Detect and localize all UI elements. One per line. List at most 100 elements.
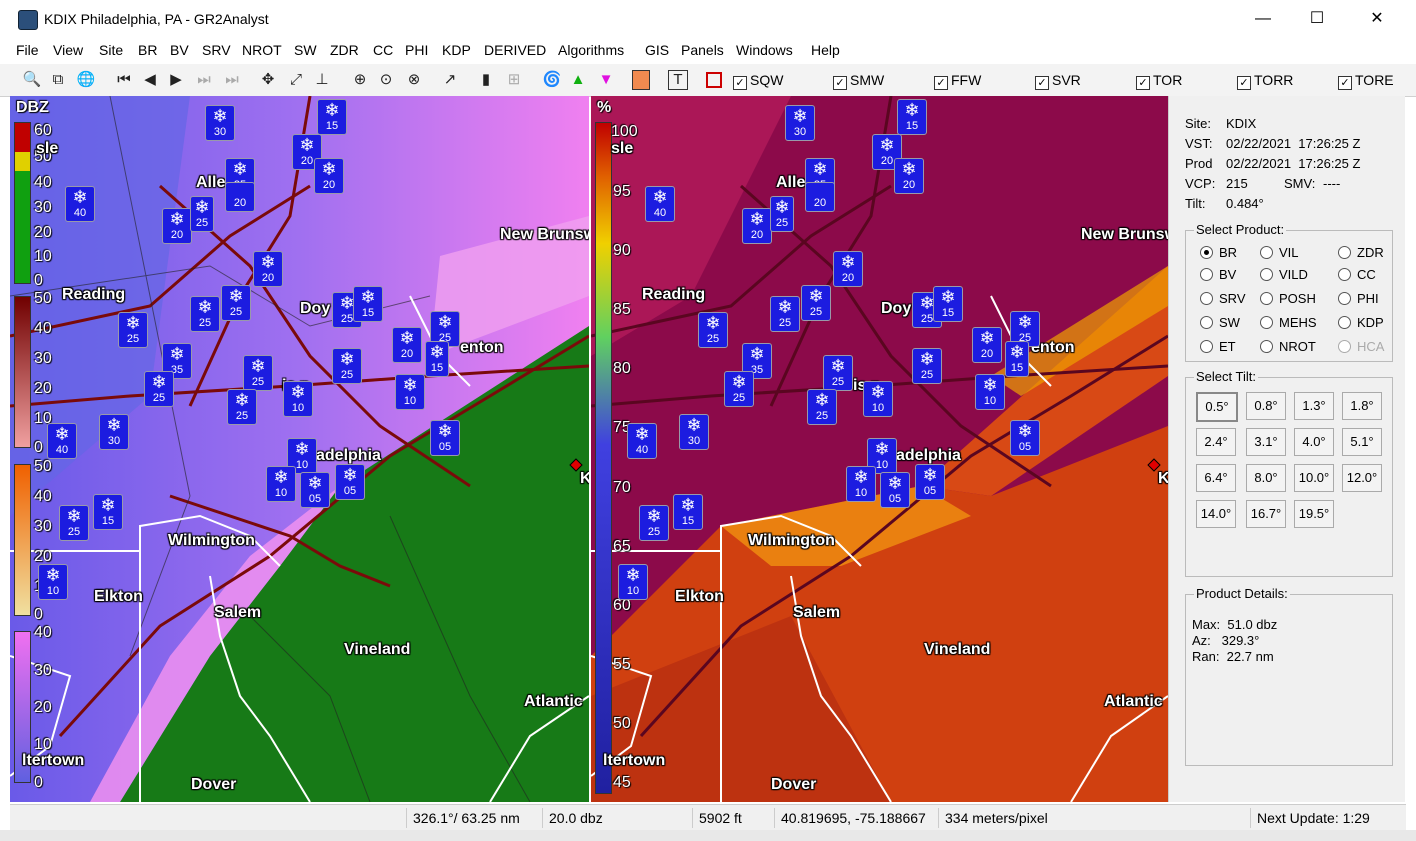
snow-report-icon[interactable]: ❄ 15: [353, 286, 383, 322]
snow-report-icon[interactable]: ❄ 15: [93, 494, 123, 530]
product-radio-kdp[interactable]: KDP: [1338, 315, 1384, 331]
copy-icon[interactable]: ⧉: [48, 70, 68, 90]
snow-report-icon[interactable]: ❄ 10: [846, 466, 876, 502]
tore-toggle[interactable]: ✓ TORE: [1338, 71, 1394, 90]
snow-report-icon[interactable]: ❄ 40: [627, 423, 657, 459]
play-icon[interactable]: ▶: [166, 70, 186, 90]
globe-icon[interactable]: 🌐: [76, 70, 96, 90]
menu-help[interactable]: Help: [811, 42, 840, 58]
cross-section-icon[interactable]: ⊥: [312, 70, 332, 90]
tilt-button[interactable]: 2.4°: [1196, 428, 1236, 456]
smw-toggle[interactable]: ✓ SMW: [833, 71, 884, 90]
snow-report-icon[interactable]: ❄ 25: [801, 285, 831, 321]
product-radio-vil[interactable]: VIL: [1260, 245, 1299, 261]
snow-report-icon[interactable]: ❄ 05: [880, 472, 910, 508]
snow-report-icon[interactable]: ❄ 20: [253, 251, 283, 287]
pan-icon[interactable]: ✥: [258, 70, 278, 90]
down-triangle-icon[interactable]: ▼: [596, 70, 616, 90]
sqw-toggle[interactable]: ✓ SQW: [733, 71, 783, 90]
snow-report-icon[interactable]: ❄ 25: [190, 196, 214, 232]
product-radio-posh[interactable]: POSH: [1260, 291, 1316, 307]
snow-report-icon[interactable]: ❄ 25: [724, 371, 754, 407]
snow-report-icon[interactable]: ❄ 30: [679, 414, 709, 450]
product-radio-sw[interactable]: SW: [1200, 315, 1240, 331]
snow-report-icon[interactable]: ❄ 25: [770, 296, 800, 332]
menu-nrot[interactable]: NROT: [242, 42, 282, 58]
menu-view[interactable]: View: [53, 42, 83, 58]
tilt-button[interactable]: 4.0°: [1294, 428, 1334, 456]
menu-panels[interactable]: Panels: [681, 42, 724, 58]
menu-windows[interactable]: Windows: [736, 42, 793, 58]
snow-report-icon[interactable]: ❄ 05: [335, 464, 365, 500]
snow-report-icon[interactable]: ❄ 40: [645, 186, 675, 222]
menu-phi[interactable]: PHI: [405, 42, 428, 58]
tilt-button[interactable]: 6.4°: [1196, 464, 1236, 492]
ffw-toggle[interactable]: ✓ FFW: [934, 71, 981, 90]
snow-report-icon[interactable]: ❄ 05: [430, 420, 460, 456]
torr-toggle[interactable]: ✓ TORR: [1237, 71, 1293, 90]
tilt-button[interactable]: 5.1°: [1342, 428, 1382, 456]
menu-br[interactable]: BR: [138, 42, 157, 58]
tilt-button[interactable]: 10.0°: [1294, 464, 1334, 492]
product-radio-br[interactable]: BR: [1200, 245, 1237, 261]
snow-report-icon[interactable]: ❄ 20: [162, 208, 192, 244]
snow-report-icon[interactable]: ❄ 15: [673, 494, 703, 530]
snow-report-icon[interactable]: 20: [805, 182, 835, 212]
tilt-button[interactable]: 1.3°: [1294, 392, 1334, 420]
snow-report-icon[interactable]: ❄ 25: [807, 389, 837, 425]
snow-report-icon[interactable]: ❄ 10: [38, 564, 68, 600]
product-radio-bv[interactable]: BV: [1200, 267, 1236, 283]
snow-report-icon[interactable]: ❄ 25: [243, 355, 273, 391]
snow-report-icon[interactable]: ❄ 20: [742, 208, 772, 244]
snow-report-icon[interactable]: ❄ 25: [59, 505, 89, 541]
snow-report-icon[interactable]: ❄ 10: [975, 374, 1005, 410]
measure-icon[interactable]: ⤢: [286, 70, 306, 90]
up-triangle-icon[interactable]: ▲: [568, 70, 588, 90]
warning-box-icon[interactable]: [706, 72, 722, 88]
product-radio-et[interactable]: ET: [1200, 339, 1236, 355]
snow-report-icon[interactable]: ❄ 05: [915, 464, 945, 500]
menu-cc[interactable]: CC: [373, 42, 393, 58]
snow-report-icon[interactable]: ❄ 10: [395, 374, 425, 410]
snow-report-icon[interactable]: ❄ 20: [972, 327, 1002, 363]
color-swatch-icon[interactable]: [632, 70, 650, 90]
snow-report-icon[interactable]: ❄ 20: [392, 327, 422, 363]
snow-report-icon[interactable]: ❄ 30: [99, 414, 129, 450]
menu-srv[interactable]: SRV: [202, 42, 231, 58]
menu-site[interactable]: Site: [99, 42, 123, 58]
snow-report-icon[interactable]: ❄ 25: [144, 371, 174, 407]
last-frame-icon[interactable]: ⏭: [222, 70, 242, 90]
svr-toggle[interactable]: ✓ SVR: [1035, 71, 1081, 90]
tilt-button[interactable]: 16.7°: [1246, 500, 1286, 528]
zoom-reset-icon[interactable]: ⊗: [404, 70, 424, 90]
snow-report-icon[interactable]: ❄ 25: [639, 505, 669, 541]
first-frame-icon[interactable]: ⏮: [114, 70, 134, 90]
tilt-button[interactable]: 14.0°: [1196, 500, 1236, 528]
menu-derived[interactable]: DERIVED: [484, 42, 546, 58]
product-radio-mehs[interactable]: MEHS: [1260, 315, 1317, 331]
snow-report-icon[interactable]: ❄ 25: [912, 348, 942, 384]
snow-report-icon[interactable]: ❄ 40: [65, 186, 95, 222]
zoom-plus-icon[interactable]: ⊕: [350, 70, 370, 90]
maximize-button[interactable]: ☐: [1290, 0, 1344, 38]
snow-report-icon[interactable]: ❄ 05: [300, 472, 330, 508]
snow-report-icon[interactable]: ❄ 10: [283, 381, 313, 417]
snow-report-icon[interactable]: ❄ 25: [190, 296, 220, 332]
snow-report-icon[interactable]: ❄ 25: [770, 196, 794, 232]
arrow-tool-icon[interactable]: ↗: [440, 70, 460, 90]
snow-report-icon[interactable]: ❄ 10: [863, 381, 893, 417]
snow-report-icon[interactable]: ❄ 25: [118, 312, 148, 348]
tilt-button[interactable]: 19.5°: [1294, 500, 1334, 528]
previous-frame-icon[interactable]: ◀: [140, 70, 160, 90]
zoom-in-icon[interactable]: 🔍: [22, 70, 42, 90]
product-radio-srv[interactable]: SRV: [1200, 291, 1246, 307]
tilt-button[interactable]: 0.8°: [1246, 392, 1286, 420]
snow-report-icon[interactable]: ❄ 20: [833, 251, 863, 287]
minimize-button[interactable]: —: [1236, 0, 1290, 38]
snow-report-icon[interactable]: ❄ 20: [894, 158, 924, 194]
menu-kdp[interactable]: KDP: [442, 42, 471, 58]
tilt-button[interactable]: 8.0°: [1246, 464, 1286, 492]
snow-report-icon[interactable]: ❄ 25: [227, 389, 257, 425]
tilt-button[interactable]: 0.5°: [1196, 392, 1238, 422]
snow-report-icon[interactable]: ❄ 15: [897, 99, 927, 135]
